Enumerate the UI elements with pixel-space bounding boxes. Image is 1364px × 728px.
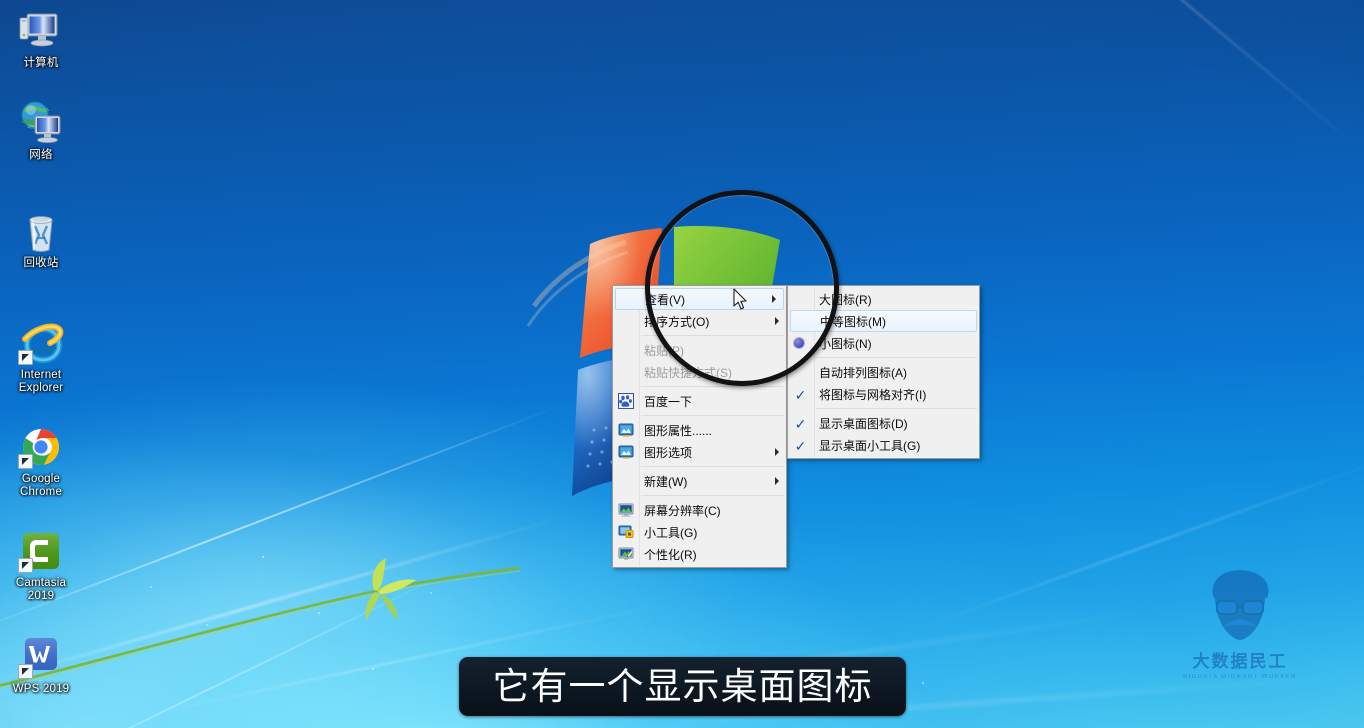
submenu-separator xyxy=(816,408,977,409)
submenu-item-large-icons[interactable]: 大图标(R) xyxy=(788,288,979,310)
submenu-item-small-icons[interactable]: 小图标(N) xyxy=(788,332,979,354)
checkmark-icon: ✓ xyxy=(794,437,807,454)
bearded-man-logo-icon xyxy=(1212,570,1269,640)
desktop-icon-internet-explorer[interactable]: Internet Explorer xyxy=(4,320,78,395)
menu-separator xyxy=(641,466,784,467)
chevron-right-icon xyxy=(775,317,779,325)
chevron-right-icon xyxy=(775,448,779,456)
submenu-item-align-to-grid[interactable]: ✓ 将图标与网格对齐(I) xyxy=(788,383,979,405)
menu-separator xyxy=(641,415,784,416)
desktop-icon-label: Internet Explorer xyxy=(18,369,64,394)
menu-item-label: 查看(V) xyxy=(645,292,685,307)
menu-item-screen-resolution[interactable]: 屏幕分辨率(C) xyxy=(613,499,786,521)
menu-item-new[interactable]: 新建(W) xyxy=(613,470,786,492)
menu-item-label: 排序方式(O) xyxy=(644,314,710,329)
menu-separator xyxy=(641,386,784,387)
menu-item-baidu-search[interactable]: 百度一下 xyxy=(613,390,786,412)
internet-explorer-icon xyxy=(18,320,64,366)
watermark-subtitle: BIGDATA MIGRANT WORKER xyxy=(1183,674,1297,680)
mouse-cursor xyxy=(733,288,747,310)
gadgets-icon xyxy=(618,524,634,540)
screen-resolution-icon xyxy=(618,502,634,518)
watermark-title: 大数据民工 xyxy=(1192,652,1288,671)
chrome-icon xyxy=(18,424,64,470)
submenu-item-medium-icons[interactable]: 中等图标(M) xyxy=(790,310,977,332)
menu-item-graphics-properties[interactable]: 图形属性...... xyxy=(613,419,786,441)
checkmark-icon: ✓ xyxy=(794,386,807,403)
desktop-icon-label: WPS 2019 xyxy=(12,683,70,695)
desktop-icon-label: 网络 xyxy=(29,149,53,161)
desktop-icon-label: 计算机 xyxy=(23,57,59,69)
desktop-icon-computer[interactable]: 计算机 xyxy=(4,8,78,70)
menu-separator xyxy=(641,495,784,496)
computer-icon xyxy=(18,8,64,54)
personalize-icon xyxy=(618,546,634,562)
menu-item-label: 屏幕分辨率(C) xyxy=(644,503,721,518)
shortcut-arrow-icon xyxy=(18,664,33,679)
menu-item-label: 粘贴(P) xyxy=(644,343,684,358)
submenu-item-label: 小图标(N) xyxy=(819,336,872,351)
checkmark-icon: ✓ xyxy=(794,415,807,432)
chevron-right-icon xyxy=(775,477,779,485)
menu-item-label: 粘贴快捷方式(S) xyxy=(644,365,732,380)
menu-item-graphics-options[interactable]: 图形选项 xyxy=(613,441,786,463)
menu-item-label: 个性化(R) xyxy=(644,547,697,562)
menu-item-label: 图形选项 xyxy=(644,445,693,460)
chevron-right-icon xyxy=(772,295,776,303)
menu-item-personalize[interactable]: 个性化(R) xyxy=(613,543,786,565)
menu-item-label: 百度一下 xyxy=(644,394,693,409)
desktop-icon-recycle-bin[interactable]: 回收站 xyxy=(4,208,78,270)
view-submenu[interactable]: 大图标(R) 中等图标(M) 小图标(N) 自动排列图标(A) ✓ 将图标与网格… xyxy=(787,285,980,459)
menu-item-label: 小工具(G) xyxy=(644,525,698,540)
network-icon xyxy=(18,100,64,146)
desktop-icon-camtasia[interactable]: Camtasia 2019 xyxy=(4,528,78,603)
shortcut-arrow-icon xyxy=(18,350,33,365)
shortcut-arrow-icon xyxy=(18,454,33,469)
menu-item-paste-shortcut: 粘贴快捷方式(S) xyxy=(613,361,786,383)
menu-item-gadgets[interactable]: 小工具(G) xyxy=(613,521,786,543)
recycle-bin-icon xyxy=(18,208,64,254)
desktop-icon-network[interactable]: 网络 xyxy=(4,100,78,162)
watermark: 大数据民工 BIGDATA MIGRANT WORKER xyxy=(1180,565,1300,687)
desktop-icon-wps[interactable]: WPS 2019 xyxy=(4,634,78,696)
submenu-item-label: 大图标(R) xyxy=(819,292,872,307)
submenu-item-label: 显示桌面小工具(G) xyxy=(819,438,921,453)
shortcut-arrow-icon xyxy=(18,558,33,573)
submenu-separator xyxy=(816,357,977,358)
radio-selected-icon xyxy=(794,338,804,348)
baidu-icon xyxy=(618,393,634,409)
desktop-icon-label: Camtasia 2019 xyxy=(15,577,67,602)
desktop-icon-google-chrome[interactable]: Google Chrome xyxy=(4,424,78,499)
camtasia-icon xyxy=(18,528,64,574)
wps-icon xyxy=(18,634,64,680)
menu-item-sort-by[interactable]: 排序方式(O) xyxy=(613,310,786,332)
subtitle-text: 它有一个显示桌面图标 xyxy=(492,665,873,708)
menu-separator xyxy=(641,335,784,336)
submenu-item-label: 中等图标(M) xyxy=(820,314,886,329)
desktop-icon-label: 回收站 xyxy=(23,257,59,269)
graphics-options-icon xyxy=(618,444,634,460)
submenu-item-label: 自动排列图标(A) xyxy=(819,365,907,380)
menu-item-paste: 粘贴(P) xyxy=(613,339,786,361)
desktop-icon-label: Google Chrome xyxy=(19,473,63,498)
submenu-item-show-desktop-icons[interactable]: ✓ 显示桌面图标(D) xyxy=(788,412,979,434)
menu-item-view[interactable]: 查看(V) xyxy=(615,288,784,310)
graphics-properties-icon xyxy=(618,422,634,438)
subtitle-bar: 它有一个显示桌面图标 xyxy=(459,657,906,716)
submenu-item-show-desktop-gadgets[interactable]: ✓ 显示桌面小工具(G) xyxy=(788,434,979,456)
submenu-item-label: 将图标与网格对齐(I) xyxy=(819,387,927,402)
desktop-context-menu[interactable]: 查看(V) 排序方式(O) 粘贴(P) 粘贴快捷方式(S) 百度一下 图形属性.… xyxy=(612,285,787,568)
menu-item-label: 新建(W) xyxy=(644,474,688,489)
submenu-item-label: 显示桌面图标(D) xyxy=(819,416,908,431)
menu-item-label: 图形属性...... xyxy=(644,423,713,438)
submenu-item-auto-arrange[interactable]: 自动排列图标(A) xyxy=(788,361,979,383)
